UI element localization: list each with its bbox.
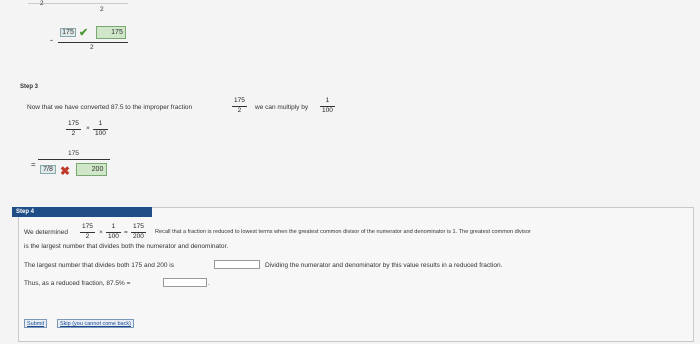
step3-multiplier-fraction: 1 100: [320, 97, 335, 114]
reduced-fraction-input[interactable]: [163, 278, 207, 287]
step4-label: Step 4: [12, 207, 152, 217]
submit-button[interactable]: Submit: [24, 319, 48, 328]
step3-text-before: Now that we have converted 87.5 to the i…: [27, 104, 193, 111]
step3-expr-right: 1 100: [93, 120, 108, 137]
x-icon: ✖: [60, 164, 71, 178]
check-icon: ✔: [79, 27, 89, 39]
top-partial-den: 2: [100, 6, 104, 13]
step4-f1-den: 2: [85, 232, 90, 240]
step4-f3-den: 200: [133, 232, 144, 240]
top-answer-correct: 175: [96, 26, 126, 39]
step4-line1-prefix: We determined: [24, 229, 68, 236]
step4-f3-num: 175: [133, 223, 144, 230]
top-answer-entered[interactable]: 175: [60, 28, 76, 37]
step3-text-after: we can multiply by: [255, 104, 309, 111]
step3-times: ×: [86, 125, 90, 132]
step3-result-fraction-line: [38, 159, 110, 160]
step4-line1-suffix: Recall that a fraction is reduced to low…: [155, 229, 531, 235]
step3-mult-num: 1: [325, 97, 330, 104]
step3-result-num: 175: [68, 150, 79, 157]
step3-label: Step 3: [20, 84, 39, 90]
step3-result-den-correct-text: 200: [91, 166, 104, 173]
step4-fraction-2: 1 100: [106, 223, 121, 240]
step3-equals: =: [31, 160, 36, 169]
step4-q2-suffix: .: [208, 280, 210, 287]
top-minus-sign: -: [50, 35, 53, 45]
gcd-answer-input[interactable]: [214, 260, 260, 269]
step3-result-den-entered-text: 7/8: [43, 166, 53, 173]
step3-expr-left-den: 2: [71, 129, 76, 137]
top-answer-fraction-line: [58, 42, 128, 43]
step4-q2-prefix: Thus, as a reduced fraction, 87.5% =: [24, 280, 131, 287]
step3-expr-left-num: 175: [68, 120, 79, 127]
step4-f2-den: 100: [108, 232, 119, 240]
step3-result-den-entered[interactable]: 7/8: [40, 165, 56, 174]
step3-improper-fraction: 175 2: [232, 97, 247, 114]
step3-expr-left: 175 2: [66, 120, 81, 137]
step4-fraction-3: 175 200: [131, 223, 146, 240]
step4-line2: is the largest number that divides both …: [24, 243, 229, 250]
step3-expr-right-den: 100: [95, 129, 106, 137]
step4-f1-num: 175: [82, 223, 93, 230]
step4-q1-prefix: The largest number that divides both 175…: [24, 262, 174, 269]
step4-q1-suffix: Dividing the numerator and denominator b…: [265, 262, 503, 269]
top-den: 2: [90, 44, 94, 51]
step3-frac-num: 175: [234, 97, 245, 104]
step3-result-den-correct: 200: [76, 163, 107, 176]
step3-expr-right-num: 1: [98, 120, 103, 127]
step4-times: ×: [99, 229, 103, 236]
step4-equals: =: [124, 229, 128, 236]
step3-mult-den: 100: [322, 106, 333, 114]
skip-button[interactable]: Skip (you cannot come back): [57, 319, 134, 328]
top-answer-correct-text: 175: [111, 29, 123, 36]
step4-fraction-1: 175 2: [80, 223, 95, 240]
step4-f2-num: 1: [111, 223, 116, 230]
top-answer-entered-text: 175: [62, 29, 74, 36]
top-partial-left: 2: [40, 0, 44, 7]
step3-frac-den: 2: [237, 106, 242, 114]
